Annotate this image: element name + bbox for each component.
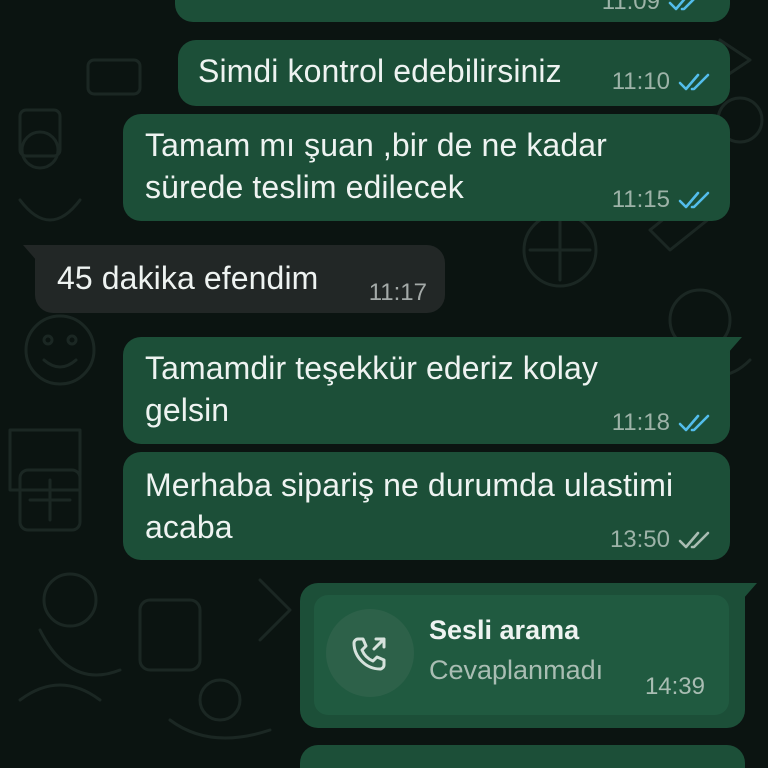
message-meta: 11:09 — [602, 0, 704, 16]
message-text-line: acaba — [145, 509, 233, 545]
message-bubble-outgoing[interactable]: Tamam mı şuan ,bir de ne kadar sürede te… — [123, 114, 730, 221]
message-bubble-outgoing[interactable]: 11:09 — [175, 0, 730, 22]
call-icon-circle — [326, 609, 414, 697]
message-text: 45 dakika efendim — [57, 260, 319, 296]
message-text-line: Tamamdir teşekkür ederiz kolay — [145, 350, 598, 386]
message-meta: 11:17 — [369, 279, 427, 307]
message-meta: 11:15 — [612, 186, 714, 214]
bubble-tail — [743, 583, 757, 599]
bubble-tail — [23, 245, 37, 261]
message-time: 11:18 — [611, 409, 670, 436]
message-text-line: Merhaba sipariş ne durumda ulastimi — [145, 467, 674, 503]
message-meta: 11:10 — [612, 68, 714, 96]
message-text-line: gelsin — [145, 392, 230, 428]
read-receipt-icon — [668, 0, 695, 11]
message-meta: 11:18 — [612, 409, 714, 437]
call-title: Sesli arama — [429, 615, 580, 645]
message-text-line: Tamam mı şuan ,bir de ne kadar — [145, 127, 607, 163]
call-status: Cevaplanmadı — [429, 655, 604, 685]
message-bubble-outgoing[interactable]: Merhaba sipariş ne durumda ulastimi acab… — [123, 452, 730, 560]
message-text-line: sürede teslim edilecek — [145, 169, 464, 205]
phone-outgoing-icon — [352, 637, 386, 671]
message-time: 11:15 — [611, 186, 670, 213]
call-bubble[interactable]: Sesli arama Cevaplanmadı 14:39 — [300, 583, 757, 728]
message-bubble-outgoing[interactable]: Simdi kontrol edebilirsiniz 11:10 — [178, 40, 730, 106]
read-receipt-icon — [678, 73, 710, 91]
message-bubble-incoming[interactable]: 45 dakika efendim 11:17 — [23, 245, 445, 313]
message-bubble-outgoing[interactable]: Tamamdir teşekkür ederiz kolay gelsin 11… — [123, 337, 742, 444]
message-bubble-outgoing[interactable] — [300, 745, 745, 768]
call-meta: 14:39 — [645, 673, 705, 701]
read-receipt-icon — [678, 414, 710, 432]
message-meta: 13:50 — [610, 526, 714, 554]
message-time: 14:39 — [644, 673, 705, 700]
message-time: 11:10 — [611, 68, 670, 95]
message-text: Simdi kontrol edebilirsiniz — [198, 53, 562, 89]
chat-area[interactable]: 11:09 Simdi kontrol edebilirsiniz 11:10 … — [0, 0, 768, 768]
message-time: 11:09 — [601, 0, 660, 15]
delivered-receipt-icon — [678, 531, 710, 549]
bubble-tail — [728, 337, 742, 353]
message-time: 11:17 — [368, 279, 427, 306]
message-time: 13:50 — [609, 526, 670, 553]
read-receipt-icon — [678, 191, 710, 209]
